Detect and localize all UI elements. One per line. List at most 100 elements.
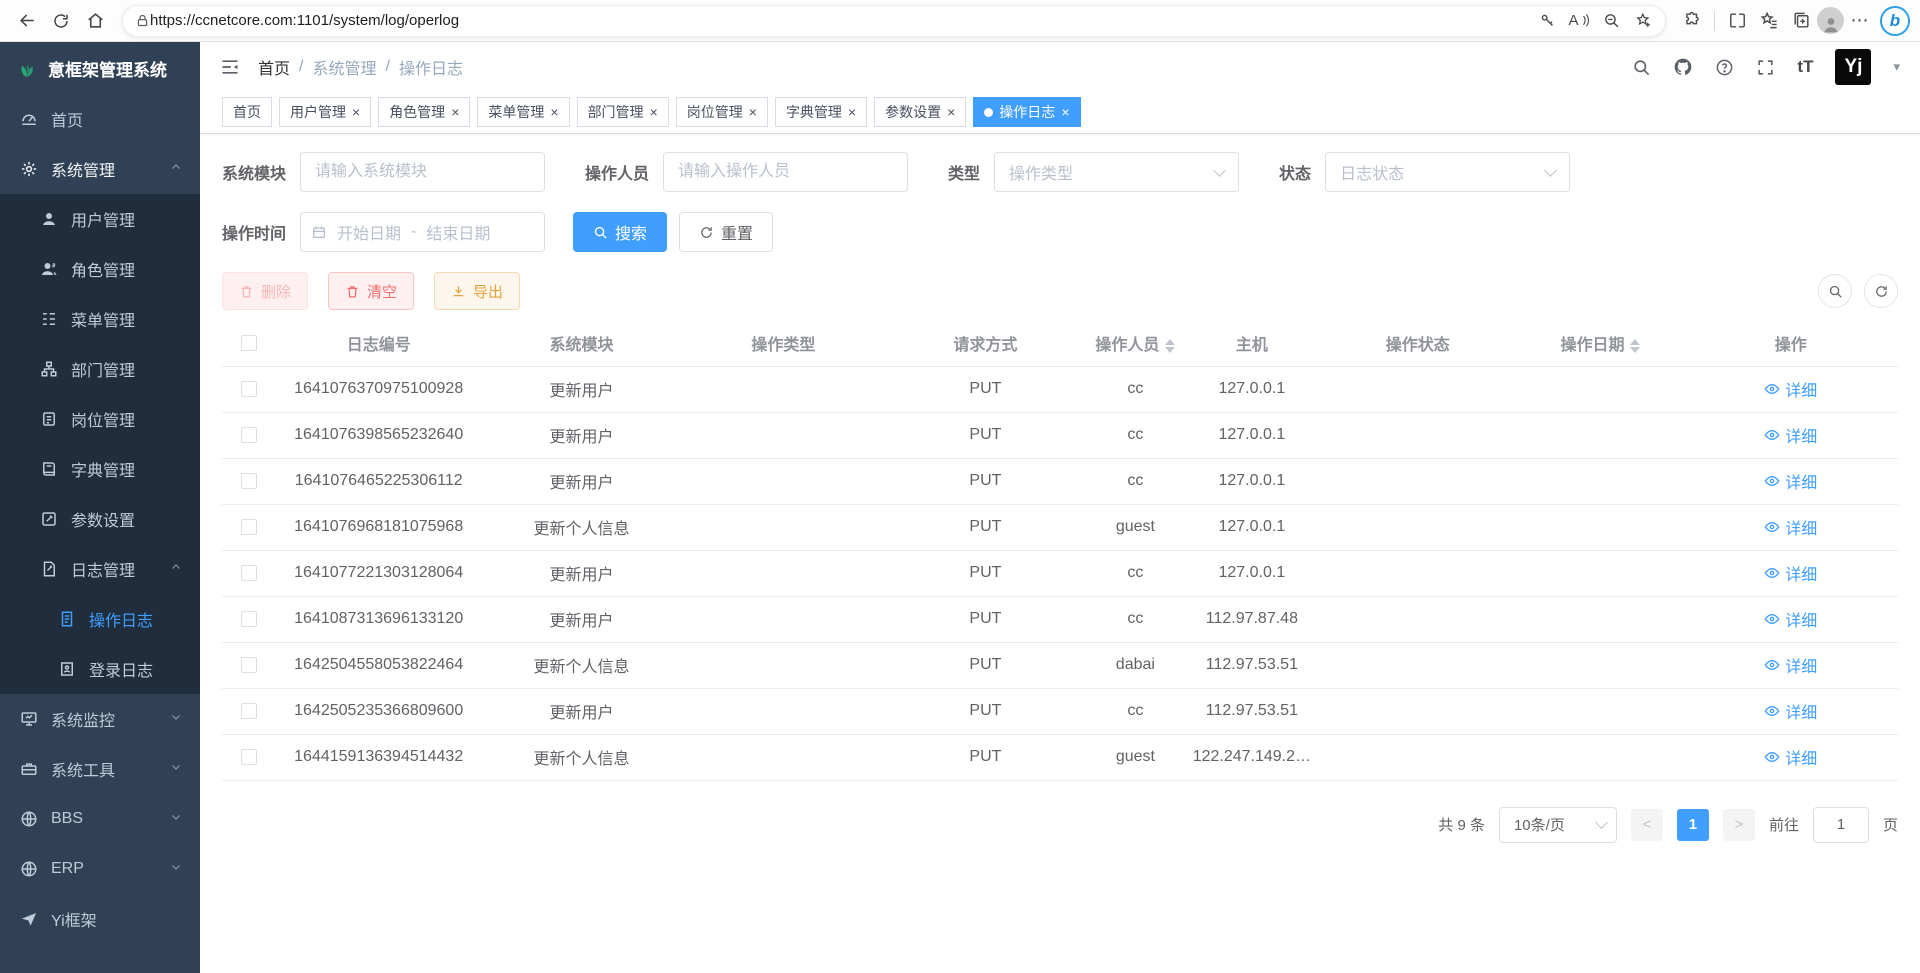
row-checkbox[interactable] bbox=[241, 427, 257, 443]
detail-link[interactable]: 详细 bbox=[1764, 607, 1817, 631]
sidebar-collapse-icon[interactable] bbox=[220, 57, 240, 77]
detail-link[interactable]: 详细 bbox=[1764, 469, 1817, 493]
date-range-picker[interactable]: 开始日期 - 结束日期 bbox=[300, 212, 545, 252]
url-text[interactable]: https://ccnetcore.com:1101/system/log/op… bbox=[150, 12, 1531, 29]
clear-button[interactable]: 清空 bbox=[328, 272, 414, 310]
row-checkbox[interactable] bbox=[241, 749, 257, 765]
type-select[interactable]: 操作类型 bbox=[994, 152, 1239, 192]
collections-icon[interactable] bbox=[1785, 5, 1817, 37]
browser-back-button[interactable] bbox=[10, 4, 44, 38]
cell-type bbox=[681, 366, 885, 412]
detail-link[interactable]: 详细 bbox=[1764, 745, 1817, 769]
operation-log-table: 日志编号 系统模块 操作类型 请求方式 操作人员 主机 操作状态 操作日期 操作 bbox=[222, 320, 1898, 781]
row-checkbox[interactable] bbox=[241, 473, 257, 489]
browser-home-button[interactable] bbox=[78, 4, 112, 38]
sort-carets[interactable] bbox=[1630, 339, 1640, 353]
tab-parameter-settings[interactable]: 参数设置× bbox=[874, 97, 966, 127]
sidebar-item-home[interactable]: 首页 bbox=[0, 94, 200, 144]
select-all-checkbox[interactable] bbox=[241, 335, 257, 351]
sidebar-item-menu-management[interactable]: 菜单管理 bbox=[0, 294, 200, 344]
font-size-icon[interactable]: tT bbox=[1797, 57, 1813, 77]
sidebar-item-operation-log[interactable]: 操作日志 bbox=[0, 594, 200, 644]
help-icon[interactable] bbox=[1715, 58, 1734, 77]
close-icon[interactable]: × bbox=[650, 105, 658, 119]
toggle-search-button[interactable] bbox=[1818, 274, 1852, 308]
favorites-list-icon[interactable] bbox=[1753, 5, 1785, 37]
sidebar-item-login-log[interactable]: 登录日志 bbox=[0, 644, 200, 694]
status-select[interactable]: 日志状态 bbox=[1325, 152, 1570, 192]
reset-button[interactable]: 重置 bbox=[679, 212, 773, 252]
tab-post-management[interactable]: 岗位管理× bbox=[676, 97, 768, 127]
row-checkbox[interactable] bbox=[241, 565, 257, 581]
next-page-button[interactable]: > bbox=[1723, 809, 1755, 841]
export-button[interactable]: 导出 bbox=[434, 272, 520, 310]
header-search-icon[interactable] bbox=[1632, 58, 1651, 77]
delete-button[interactable]: 删除 bbox=[222, 272, 308, 310]
github-icon[interactable] bbox=[1673, 57, 1693, 77]
detail-link[interactable]: 详细 bbox=[1764, 561, 1817, 585]
current-page-button[interactable]: 1 bbox=[1677, 809, 1709, 841]
bing-chat-icon[interactable]: b bbox=[1880, 6, 1910, 36]
sidebar-item-bbs[interactable]: BBS bbox=[0, 794, 200, 844]
goto-page-input[interactable] bbox=[1813, 807, 1869, 843]
sidebar-item-yi-framework[interactable]: Yi框架 bbox=[0, 894, 200, 944]
breadcrumb-home[interactable]: 首页 bbox=[258, 55, 290, 79]
browser-profile-avatar[interactable] bbox=[1817, 7, 1844, 34]
sidebar-item-system-tools[interactable]: 系统工具 bbox=[0, 744, 200, 794]
browser-menu-icon[interactable]: ⋯ bbox=[1844, 5, 1876, 37]
tab-user-management[interactable]: 用户管理× bbox=[279, 97, 371, 127]
sidebar-item-role-management[interactable]: 角色管理 bbox=[0, 244, 200, 294]
sidebar-item-dictionary-management[interactable]: 字典管理 bbox=[0, 444, 200, 494]
row-checkbox[interactable] bbox=[241, 519, 257, 535]
close-icon[interactable]: × bbox=[550, 105, 558, 119]
sidebar-item-erp[interactable]: ERP bbox=[0, 844, 200, 894]
page-size-select[interactable]: 10条/页 bbox=[1499, 807, 1617, 843]
tab-menu-management[interactable]: 菜单管理× bbox=[477, 97, 569, 127]
sidebar-item-department-management[interactable]: 部门管理 bbox=[0, 344, 200, 394]
sidebar-item-system-monitor[interactable]: 系统监控 bbox=[0, 694, 200, 744]
favorite-star-icon[interactable] bbox=[1627, 5, 1659, 37]
close-icon[interactable]: × bbox=[947, 105, 955, 119]
user-caret-down-icon[interactable]: ▾ bbox=[1893, 59, 1900, 75]
split-screen-icon[interactable] bbox=[1721, 5, 1753, 37]
sidebar-item-log-management[interactable]: 日志管理 bbox=[0, 544, 200, 594]
close-icon[interactable]: × bbox=[749, 105, 757, 119]
prev-page-button[interactable]: < bbox=[1631, 809, 1663, 841]
sort-carets[interactable] bbox=[1165, 339, 1175, 353]
row-checkbox[interactable] bbox=[241, 611, 257, 627]
module-input[interactable] bbox=[300, 152, 545, 192]
sidebar-item-parameter-settings[interactable]: 参数设置 bbox=[0, 494, 200, 544]
sidebar-item-post-management[interactable]: 岗位管理 bbox=[0, 394, 200, 444]
refresh-table-button[interactable] bbox=[1864, 274, 1898, 308]
zoom-out-icon[interactable] bbox=[1595, 5, 1627, 37]
detail-link[interactable]: 详细 bbox=[1764, 423, 1817, 447]
tab-operation-log[interactable]: 操作日志× bbox=[973, 97, 1080, 127]
tab-dictionary-management[interactable]: 字典管理× bbox=[775, 97, 867, 127]
row-checkbox[interactable] bbox=[241, 657, 257, 673]
user-avatar-logo[interactable]: Yj bbox=[1835, 49, 1871, 85]
detail-link[interactable]: 详细 bbox=[1764, 377, 1817, 401]
close-icon[interactable]: × bbox=[1061, 105, 1069, 119]
tab-role-management[interactable]: 角色管理× bbox=[378, 97, 470, 127]
close-icon[interactable]: × bbox=[848, 105, 856, 119]
sidebar-item-user-management[interactable]: 用户管理 bbox=[0, 194, 200, 244]
detail-link[interactable]: 详细 bbox=[1764, 653, 1817, 677]
search-button[interactable]: 搜索 bbox=[573, 212, 667, 252]
browser-refresh-button[interactable] bbox=[44, 4, 78, 38]
cell-type bbox=[681, 550, 885, 596]
extensions-icon[interactable] bbox=[1676, 5, 1708, 37]
operator-input[interactable] bbox=[663, 152, 908, 192]
detail-link[interactable]: 详细 bbox=[1764, 515, 1817, 539]
row-checkbox[interactable] bbox=[241, 381, 257, 397]
fullscreen-icon[interactable] bbox=[1756, 58, 1775, 77]
password-key-icon[interactable] bbox=[1531, 5, 1563, 37]
sidebar-item-system-management[interactable]: 系统管理 bbox=[0, 144, 200, 194]
detail-link[interactable]: 详细 bbox=[1764, 699, 1817, 723]
close-icon[interactable]: × bbox=[451, 105, 459, 119]
tab-department-management[interactable]: 部门管理× bbox=[577, 97, 669, 127]
address-bar[interactable]: https://ccnetcore.com:1101/system/log/op… bbox=[122, 5, 1666, 37]
close-icon[interactable]: × bbox=[352, 105, 360, 119]
read-aloud-icon[interactable]: A bbox=[1563, 5, 1595, 37]
tab-home[interactable]: 首页 bbox=[222, 97, 272, 127]
row-checkbox[interactable] bbox=[241, 703, 257, 719]
